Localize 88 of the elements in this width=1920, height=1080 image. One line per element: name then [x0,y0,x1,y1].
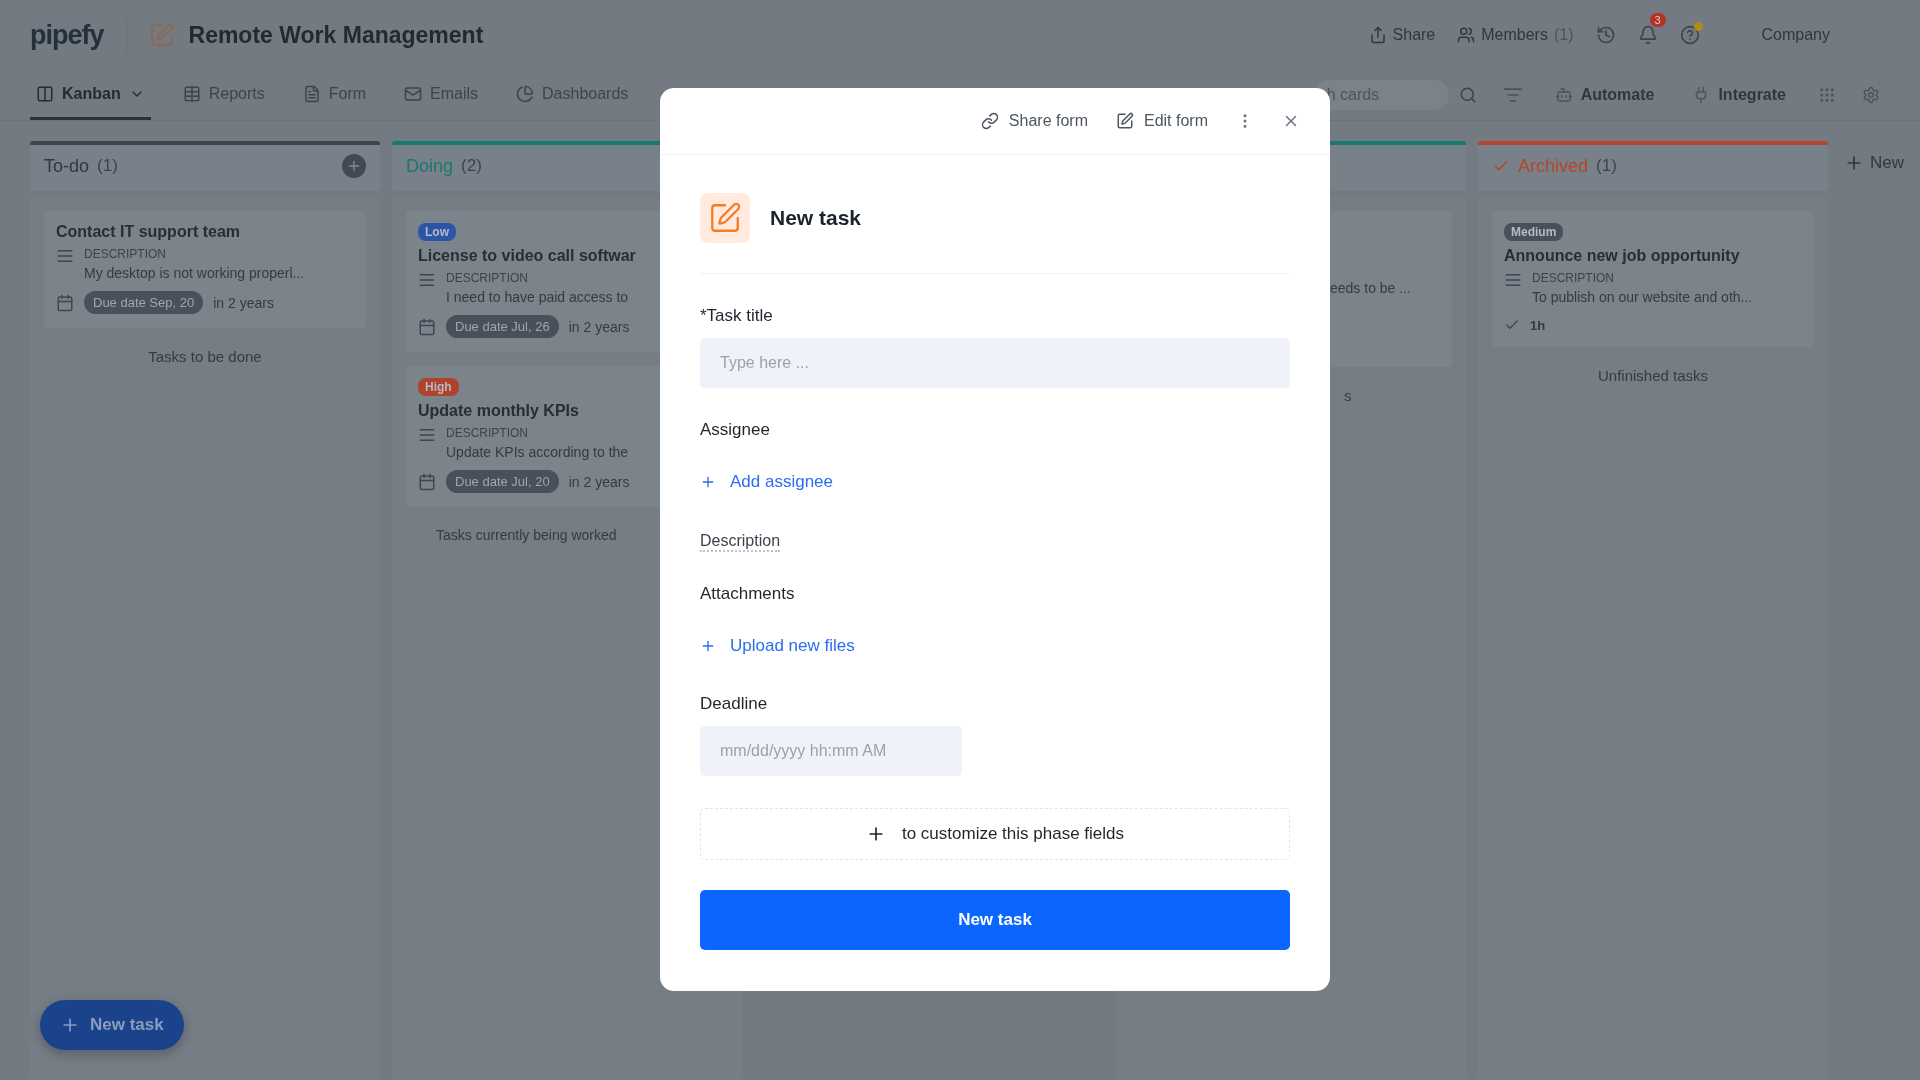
card-title: Contact IT support team [56,223,241,241]
description-icon [418,271,436,289]
users-icon [1457,26,1476,44]
phase-count: (2) [461,156,482,176]
phase-description: Tasks to be done [147,347,263,365]
card-description: To publish on our website and oth... [1532,289,1753,305]
view-tab[interactable]: Reports [176,70,271,120]
phase-title: To-do [44,155,90,177]
table-icon [182,84,201,103]
card-title: Update monthly KPIs [418,402,580,420]
pencil-square-icon [148,22,175,48]
help-icon[interactable] [1679,25,1700,45]
description-label: DESCRIPTION [446,271,529,285]
phase-title: Doing [406,155,454,177]
phase-count: (1) [1596,156,1617,176]
document-icon [302,84,321,103]
history-icon[interactable] [1595,25,1616,45]
card-title: License to video call softwar [418,247,637,265]
view-tab[interactable]: Dashboards [510,70,635,120]
card-title: Announce new job opportunity [1504,247,1741,265]
plus-icon [700,474,716,490]
pie-chart-icon [516,84,535,103]
calendar-icon [418,317,436,336]
toolbar-action[interactable]: Integrate [1686,70,1792,120]
view-tab[interactable]: Form [296,70,373,120]
priority-tag: Low [418,223,456,241]
field-label: Deadline [700,694,769,714]
task-card[interactable]: Medium Announce new job opportunity DESCRIPTION To publish on our website and oth... 1h [1492,211,1814,347]
deadline-input[interactable]: mm/dd/yyyy hh:mm AM [700,726,962,776]
description-label: DESCRIPTION [1532,271,1615,285]
notification-count: 3 [1649,13,1666,27]
toolbar-action[interactable]: Automate [1548,70,1661,120]
share-form-button[interactable]: Share form [980,112,1088,130]
pencil-square-icon [700,193,750,243]
new-task-button[interactable]: New task [40,1000,184,1050]
due-relative-text: in 2 years [213,294,274,311]
view-tab[interactable]: Kanban [30,70,151,120]
share-icon [1368,26,1387,44]
section-label[interactable]: Description [700,532,781,552]
pencil-icon [1116,112,1134,130]
due-relative-text: in 2 years [568,473,630,490]
due-date-tag: Due date Sep, 20 [84,291,204,314]
phase-description: Unfinished tasks [1596,366,1710,384]
apps-grid-icon[interactable] [1818,86,1836,104]
kanban-icon [36,84,54,103]
task-title-input[interactable]: Type here ... [700,338,1290,388]
description-icon [56,247,74,265]
due-date-tag: Due date Jul, 20 [446,470,559,493]
description-label: DESCRIPTION [84,247,167,261]
edit-form-button[interactable]: Edit form [1116,112,1208,130]
calendar-icon [418,472,436,491]
field-label: Attachments [700,584,796,604]
time-spent: 1h [1530,317,1546,333]
mail-icon [404,84,423,103]
submit-button[interactable]: New task [700,890,1290,950]
priority-tag: Medium [1504,223,1564,241]
notifications-icon[interactable] [1637,25,1658,45]
phase-count: (1) [97,156,118,176]
pipe-title: Remote Work Management [188,21,484,49]
link-icon [980,112,999,130]
customize-fields-button[interactable]: to customize this phase fields [700,808,1290,860]
plus-icon [346,158,362,174]
due-relative-text: in 2 years [568,318,630,335]
share-button[interactable]: Share [1368,26,1436,44]
phase-description: s [1343,386,1353,404]
robot-icon [1554,86,1573,104]
description-icon [1504,271,1522,289]
priority-tag: High [418,378,459,396]
description-label: DESCRIPTION [446,426,529,440]
task-card[interactable]: Contact IT support team DESCRIPTION My desktop is not working properl... Due date Sep, 20 in 2 years [44,211,366,328]
search-icon[interactable] [1458,86,1477,104]
add-card-button[interactable] [342,154,366,178]
new-phase-button[interactable]: New [1844,141,1904,185]
card-description: eeds to be ... [1330,280,1412,296]
filter-icon[interactable] [1502,85,1523,105]
card-description: My desktop is not working properl... [84,265,305,281]
add-link[interactable]: Upload new files [700,636,855,656]
app-logo[interactable]: pipefy [30,19,104,51]
plus-icon [700,638,716,654]
dialog-title: New task [770,206,862,230]
due-date-tag: Due date Jul, 26 [446,315,559,338]
card-description: Update KPIs according to the [446,444,629,460]
company-menu[interactable]: Company [1761,26,1830,44]
phase-title: Archived [1518,155,1589,177]
description-icon [418,426,436,444]
view-tab[interactable]: Emails [398,70,485,120]
calendar-icon [56,293,74,312]
settings-icon[interactable] [1862,86,1880,104]
